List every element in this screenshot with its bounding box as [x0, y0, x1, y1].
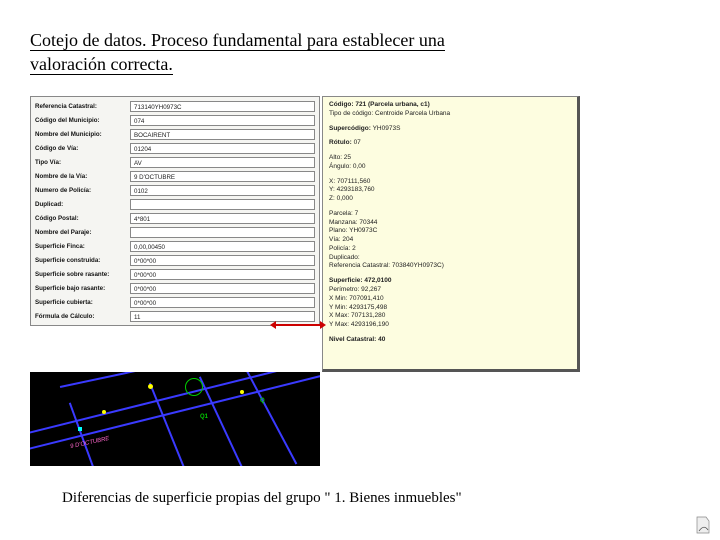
info-plano: Plano: YH0973C — [329, 227, 571, 236]
form-label: Código del Municipio: — [35, 117, 130, 124]
form-row: Nombre del Paraje: — [31, 225, 319, 239]
info-angulo: Ángulo: 0,00 — [329, 163, 571, 172]
info-ymax: Y Max: 4293196,190 — [329, 321, 571, 330]
info-rotulo-val: 07 — [354, 139, 361, 146]
form-row: Duplicad: — [31, 197, 319, 211]
form-label: Referencia Catastral: — [35, 103, 130, 110]
info-header2: Tipo de código: Centroide Parcela Urbana — [329, 110, 571, 119]
form-row: Numero de Policía:0102 — [31, 183, 319, 197]
form-input[interactable]: 0*00*00 — [130, 283, 315, 294]
form-input[interactable]: 0*00*00 — [130, 297, 315, 308]
content-area: Referencia Catastral:713140YH0973C Códig… — [30, 96, 580, 466]
info-alto: Alto: 25 — [329, 154, 571, 163]
form-label: Duplicad: — [35, 201, 130, 208]
info-policia: Policía: 2 — [329, 245, 571, 254]
comparison-arrow — [274, 324, 322, 326]
info-xmin: X Min: 707091,410 — [329, 295, 571, 304]
form-input[interactable]: 9 D'OCTUBRE — [130, 171, 315, 182]
form-row: Código de Vía:01204 — [31, 141, 319, 155]
form-label: Código de Vía: — [35, 145, 130, 152]
map-highlight-circle — [185, 378, 203, 396]
info-super-val: YH0973S — [373, 125, 401, 132]
map-label-green: Q1 — [200, 414, 208, 420]
title-line2: valoración correcta. — [30, 54, 173, 75]
info-x: X: 707111,560 — [329, 178, 571, 187]
form-input[interactable]: 713140YH0973C — [130, 101, 315, 112]
form-row: Superficie cubierta:0*00*00 — [31, 295, 319, 309]
info-duplicado: Duplicado: — [329, 254, 571, 263]
page-turn-icon — [696, 516, 710, 534]
form-label: Nombre del Paraje: — [35, 229, 130, 236]
form-label: Superficie cubierta: — [35, 299, 130, 306]
title-line1: Cotejo de datos. Proceso fundamental par… — [30, 30, 445, 51]
form-input[interactable]: 4*801 — [130, 213, 315, 224]
info-nivel: Nivel Catastral: 40 — [329, 336, 571, 345]
form-input[interactable]: 0*00*00 — [130, 269, 315, 280]
form-input[interactable]: 01204 — [130, 143, 315, 154]
form-label: Superficie sobre rasante: — [35, 271, 130, 278]
map-street-label: 9 D'OCTUBRE — [70, 436, 110, 450]
map-marker-icon — [78, 427, 82, 431]
form-input[interactable]: AV — [130, 157, 315, 168]
info-manzana: Manzana: 70344 — [329, 219, 571, 228]
form-input[interactable]: 11 — [130, 311, 315, 322]
form-row: Código del Municipio:074 — [31, 113, 319, 127]
form-label: Superficie bajo rasante: — [35, 285, 130, 292]
map-label-green2: Q — [260, 398, 265, 404]
form-label: Nombre de la Vía: — [35, 173, 130, 180]
form-row: Nombre del Municipio:BOCAIRENT — [31, 127, 319, 141]
info-rotulo-label: Rótulo: — [329, 139, 352, 146]
form-input[interactable] — [130, 199, 315, 210]
info-perimetro: Perímetro: 92,267 — [329, 286, 571, 295]
info-super-label: Supercódigo: — [329, 125, 371, 132]
form-row: Superficie construida:0*00*00 — [31, 253, 319, 267]
form-input[interactable]: BOCAIRENT — [130, 129, 315, 140]
info-y: Y: 4293183,760 — [329, 186, 571, 195]
info-ymin: Y Min: 4293175,498 — [329, 304, 571, 313]
info-header1: Código: 721 (Parcela urbana, c1) — [329, 101, 571, 110]
form-label: Fórmula de Cálculo: — [35, 313, 130, 320]
form-input[interactable]: 0*00*00 — [130, 255, 315, 266]
form-row: Superficie bajo rasante:0*00*00 — [31, 281, 319, 295]
form-label: Nombre del Municipio: — [35, 131, 130, 138]
form-row: Código Postal:4*801 — [31, 211, 319, 225]
form-row: Superficie Finca:0,00,00450 — [31, 239, 319, 253]
form-row: Tipo Vía:AV — [31, 155, 319, 169]
arrow-left-icon — [270, 321, 276, 329]
info-xmax: X Max: 707131,280 — [329, 312, 571, 321]
form-row: Superficie sobre rasante:0*00*00 — [31, 267, 319, 281]
cad-map: Q1 Q 9 D'OCTUBRE — [30, 372, 320, 466]
info-panel: Código: 721 (Parcela urbana, c1) Tipo de… — [322, 96, 580, 372]
info-refcat: Referencia Catastral: 703840YH0973C) — [329, 262, 571, 271]
info-superficie: Superficie: 472,0100 — [329, 277, 571, 286]
form-label: Superficie construida: — [35, 257, 130, 264]
form-input[interactable]: 0102 — [130, 185, 315, 196]
form-row: Referencia Catastral:713140YH0973C — [31, 99, 319, 113]
info-parcela: Parcela: 7 — [329, 210, 571, 219]
form-label: Tipo Vía: — [35, 159, 130, 166]
form-input[interactable]: 074 — [130, 115, 315, 126]
info-via: Vía: 204 — [329, 236, 571, 245]
caption: Diferencias de superficie propias del gr… — [62, 490, 462, 507]
form-input[interactable]: 0,00,00450 — [130, 241, 315, 252]
form-input[interactable] — [130, 227, 315, 238]
form-row: Nombre de la Vía:9 D'OCTUBRE — [31, 169, 319, 183]
page-title: Cotejo de datos. Proceso fundamental par… — [30, 28, 680, 77]
form-panel: Referencia Catastral:713140YH0973C Códig… — [30, 96, 320, 326]
arrow-right-icon — [320, 321, 326, 329]
form-label: Superficie Finca: — [35, 243, 130, 250]
info-z: Z: 0,000 — [329, 195, 571, 204]
form-label: Numero de Policía: — [35, 187, 130, 194]
form-label: Código Postal: — [35, 215, 130, 222]
